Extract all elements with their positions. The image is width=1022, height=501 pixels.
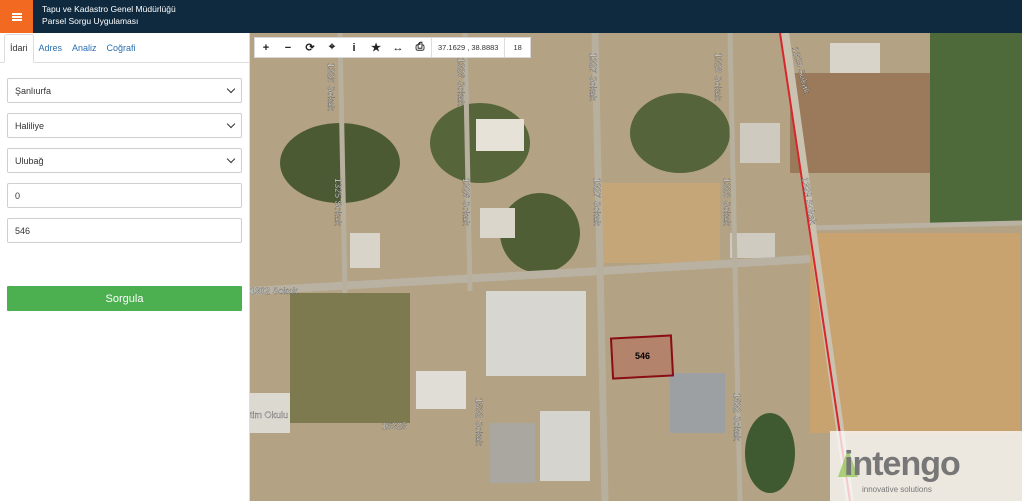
street-label: 1329 Sokak — [800, 177, 818, 226]
logo-tagline: innovative solutions — [862, 485, 932, 494]
query-sidebar: İdari Adres Analiz Coğrafi Şanlıurfa Hal… — [0, 33, 250, 501]
street-label: 1327 Sokak — [592, 178, 602, 226]
zoom-level: 18 — [513, 43, 522, 52]
parcel-input[interactable]: 546 — [7, 218, 242, 243]
zoom-out-icon[interactable]: − — [277, 38, 299, 57]
neighborhood-value: Ulubağ — [15, 155, 44, 166]
street-label: 1325 Sokak — [333, 178, 343, 226]
block-input[interactable]: 0 — [7, 183, 242, 208]
locate-icon[interactable]: ⌖ — [321, 38, 343, 57]
street-label: 1328 Sokak — [722, 178, 732, 226]
chevron-down-icon — [226, 84, 236, 93]
app-header: Tapu ve Kadastro Genel Müdürlüğü Parsel … — [42, 3, 176, 27]
province-value: Şanlıurfa — [15, 85, 52, 96]
tab-cografi[interactable]: Coğrafi — [102, 43, 141, 62]
sidebar-tabs: İdari Adres Analiz Coğrafi — [0, 33, 249, 63]
measure-icon[interactable]: ↔ — [387, 38, 409, 57]
poi-label: tim Okulu — [250, 410, 288, 420]
tab-idari[interactable]: İdari — [4, 34, 34, 63]
block-value: 0 — [15, 190, 21, 201]
street-label: 1325 Sokak — [326, 63, 336, 111]
watermark-logo: intengo innovative solutions — [830, 431, 1022, 501]
app-title: Parsel Sorgu Uygulaması — [42, 16, 139, 26]
street-label: 1326 Sokak — [461, 178, 471, 226]
refresh-icon[interactable]: ⟳ — [299, 38, 321, 57]
street-label: 1328 Sokak — [713, 53, 723, 101]
query-button[interactable]: Sorgula — [7, 286, 242, 311]
street-label: 1632 Sokak — [732, 393, 742, 441]
print-icon[interactable]: ⎙ — [409, 38, 431, 57]
favorite-icon[interactable]: ★ — [365, 38, 387, 57]
street-label: 1326 Sokak — [456, 58, 466, 106]
logo-brand: intengo — [844, 445, 961, 483]
tab-adres[interactable]: Adres — [34, 43, 68, 62]
info-icon[interactable]: i — [343, 38, 365, 57]
district-select[interactable]: Haliliye — [7, 113, 242, 138]
hamburger-icon[interactable] — [0, 0, 33, 33]
province-select[interactable]: Şanlıurfa — [7, 78, 242, 103]
org-title: Tapu ve Kadastro Genel Müdürlüğü — [42, 4, 176, 14]
street-label: 1632 Sokak — [474, 398, 484, 446]
street-label: 1327 Sokak — [588, 53, 598, 101]
street-label: 16325 — [382, 421, 407, 431]
tab-analiz[interactable]: Analiz — [67, 43, 102, 62]
top-bar: Tapu ve Kadastro Genel Müdürlüğü Parsel … — [0, 0, 1022, 33]
parcel-value: 546 — [15, 225, 31, 236]
street-label: 1302 Sokak — [250, 286, 298, 296]
zoom-in-icon[interactable]: + — [255, 38, 277, 57]
coordinate-readout: 37.1629 , 38.8883 — [431, 38, 506, 57]
district-value: Haliliye — [15, 120, 45, 131]
street-label: 1329 Sokak — [790, 46, 812, 95]
map-toolbar: + − ⟳ ⌖ i ★ ↔ ⎙ 37.1629 , 38.8883 18 — [254, 37, 531, 58]
chevron-down-icon — [226, 119, 236, 128]
chevron-down-icon — [226, 154, 236, 163]
parcel-label[interactable]: 546 — [635, 351, 650, 361]
neighborhood-select[interactable]: Ulubağ — [7, 148, 242, 173]
